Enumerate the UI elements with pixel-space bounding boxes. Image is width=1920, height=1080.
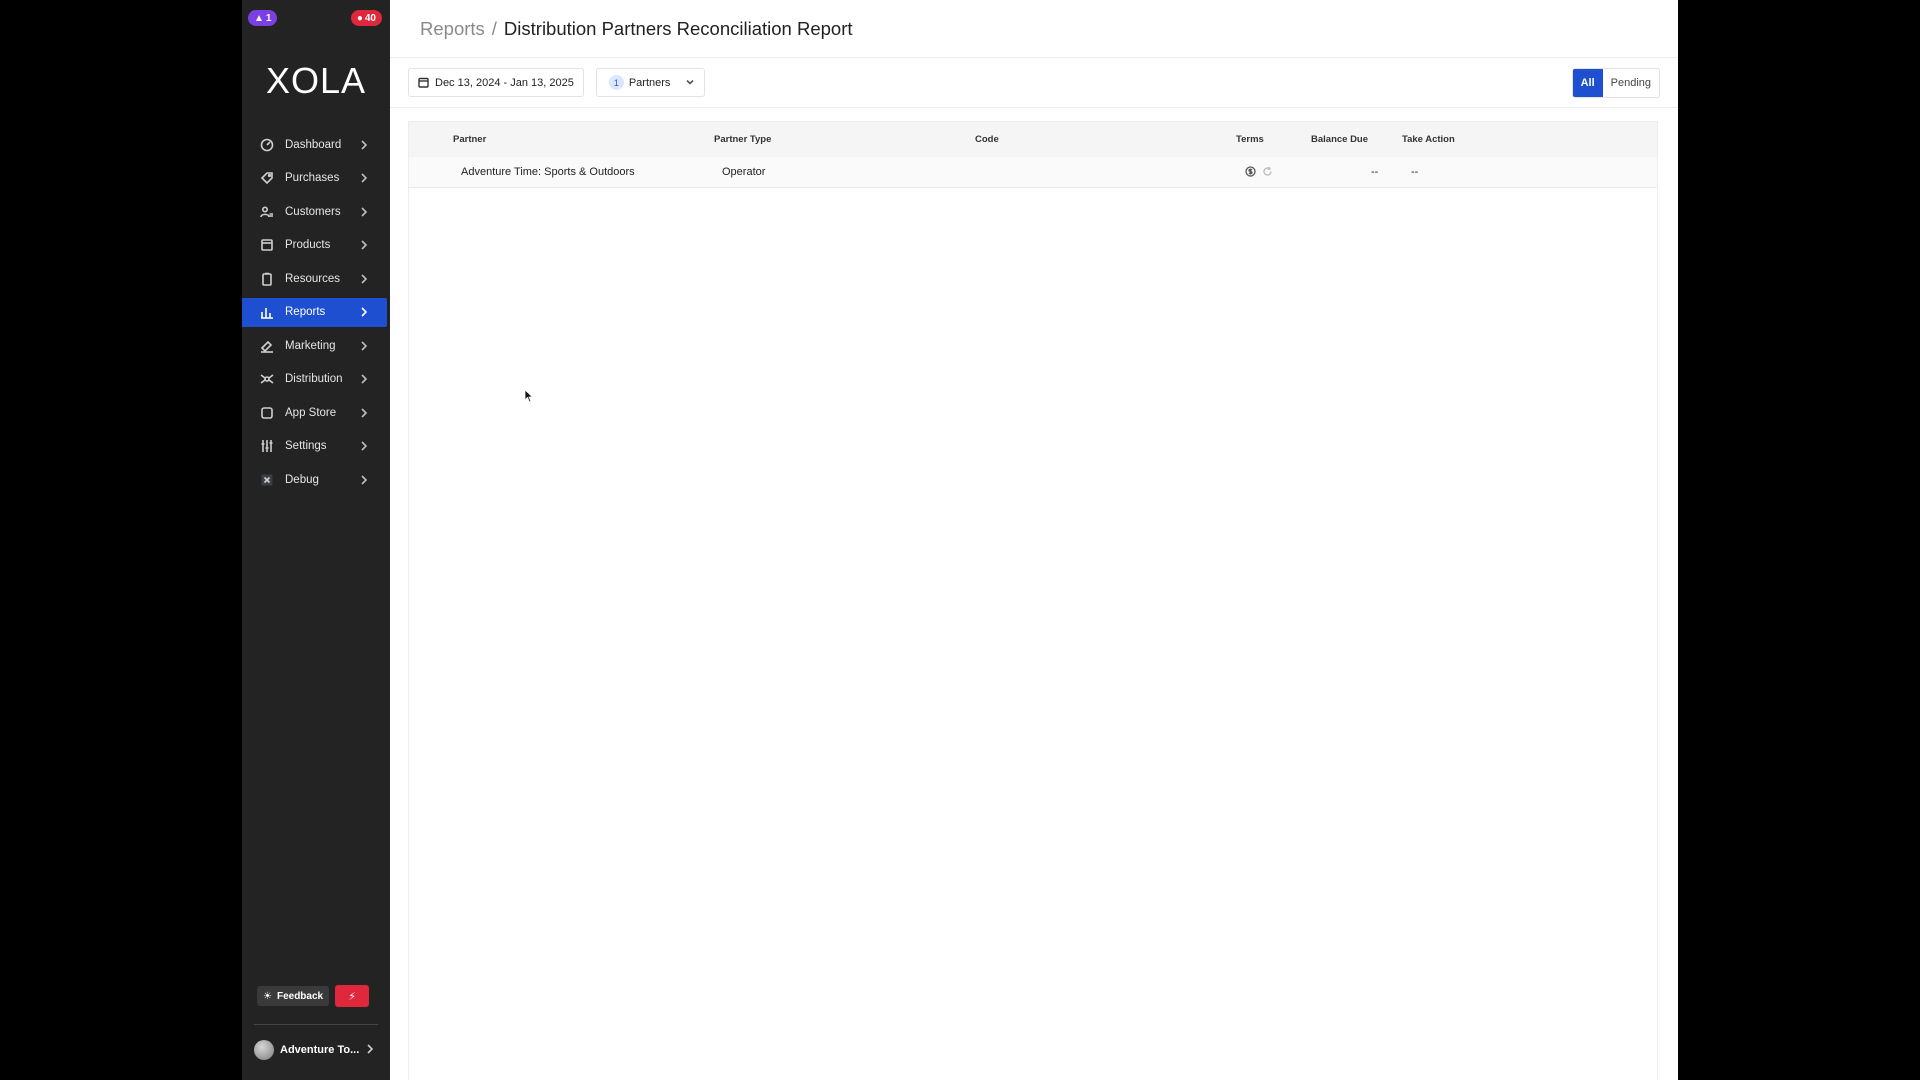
x-box-icon <box>260 473 274 487</box>
sidebar-item-settings[interactable]: Settings <box>242 432 387 461</box>
column-header-partner-type[interactable]: Partner Type <box>714 134 771 145</box>
sidebar-item-label: Debug <box>285 473 319 486</box>
app-window: ▲ 1 ● 40 XOLA Dashboard Purchases Custom… <box>242 0 1678 1080</box>
chevron-down-icon <box>686 77 694 89</box>
avatar <box>254 1040 274 1060</box>
clipboard-icon <box>260 272 274 286</box>
sidebar-item-label: Dashboard <box>285 138 342 151</box>
sidebar-item-label: Purchases <box>285 172 340 184</box>
megaphone-icon <box>260 339 274 353</box>
notification-badge[interactable]: ▲ 1 <box>248 10 278 26</box>
table-row[interactable]: Adventure Time: Sports & Outdoors Operat… <box>409 157 1657 188</box>
sidebar-item-label: Marketing <box>285 339 336 352</box>
notification-count: 1 <box>265 12 272 24</box>
lightbulb-icon: ☀ <box>263 990 272 1002</box>
chevron-right-icon <box>359 173 369 183</box>
chevron-right-icon <box>359 206 369 217</box>
alert-count: 40 <box>364 12 376 24</box>
partners-filter-label: Partners <box>628 76 671 89</box>
page-title: Distribution Partners Reconciliation Rep… <box>503 17 853 39</box>
sidebar-item-debug[interactable]: Debug <box>242 465 387 494</box>
date-range-picker[interactable]: Dec 13, 2024 - Jan 13, 2025 <box>408 68 584 97</box>
sidebar-item-reports[interactable]: Reports <box>242 297 387 327</box>
partners-table: Partner Partner Type Code Terms Balance … <box>408 121 1658 1080</box>
users-icon <box>260 205 274 219</box>
account-switcher[interactable]: Adventure To... <box>254 1040 378 1060</box>
feedback-row: ☀ Feedback ⚡ <box>257 985 370 1007</box>
chevron-right-icon <box>365 1043 375 1057</box>
sidebar-item-customers[interactable]: Customers <box>242 197 387 226</box>
alert-badge[interactable]: ● 40 <box>350 10 382 26</box>
filter-all-button[interactable]: All <box>1572 69 1603 97</box>
partner-type-cell: Operator <box>722 166 766 178</box>
square-icon <box>260 406 274 420</box>
top-badges: ▲ 1 ● 40 <box>248 10 382 26</box>
filter-pending-button[interactable]: Pending <box>1603 69 1659 97</box>
chevron-right-icon <box>359 441 369 451</box>
column-header-partner[interactable]: Partner <box>453 134 486 145</box>
chevron-right-icon <box>359 340 369 351</box>
chevron-right-icon <box>359 474 369 485</box>
sidebar-item-label: Distribution <box>285 373 343 385</box>
sidebar-item-products[interactable]: Products <box>242 231 387 260</box>
bell-icon: ● <box>356 12 363 24</box>
sidebar-item-resources[interactable]: Resources <box>242 264 387 293</box>
feedback-button[interactable]: ☀ Feedback <box>257 986 330 1006</box>
column-header-take-action[interactable]: Take Action <box>1402 134 1455 145</box>
sidebar: ▲ 1 ● 40 XOLA Dashboard Purchases Custom… <box>242 0 390 1080</box>
account-name: Adventure To... <box>280 1044 360 1056</box>
filter-toolbar: Dec 13, 2024 - Jan 13, 2025 1 Partners A… <box>390 58 1678 108</box>
xola-logo[interactable]: XOLA <box>242 60 390 102</box>
partner-name-cell[interactable]: Adventure Time: Sports & Outdoors <box>461 166 635 178</box>
column-header-code[interactable]: Code <box>975 134 999 145</box>
chevron-right-icon <box>359 407 369 418</box>
main-content: Reports / Distribution Partners Reconcil… <box>390 0 1678 1080</box>
feedback-label: Feedback <box>276 990 324 1002</box>
date-range-value: Dec 13, 2024 - Jan 13, 2025 <box>435 76 574 89</box>
take-action-cell: -- <box>1411 166 1419 178</box>
sliders-icon <box>260 439 274 453</box>
column-header-balance-due[interactable]: Balance Due <box>1311 134 1368 145</box>
partners-filter-dropdown[interactable]: 1 Partners <box>595 68 705 97</box>
breadcrumb-reports-link[interactable]: Reports <box>420 18 485 40</box>
chevron-right-icon <box>359 307 369 317</box>
balance-due-cell: -- <box>1371 166 1379 178</box>
sidebar-divider <box>254 1024 378 1025</box>
chevron-right-icon <box>359 240 369 250</box>
sidebar-item-app-store[interactable]: App Store <box>242 398 387 427</box>
chevron-right-icon <box>359 139 369 150</box>
sidebar-item-distribution[interactable]: Distribution <box>242 365 387 394</box>
calendar-icon <box>418 77 429 88</box>
chevron-right-icon <box>359 374 369 384</box>
sidebar-nav: Dashboard Purchases Customers Products R <box>242 130 390 499</box>
chevron-right-icon <box>359 273 369 284</box>
column-header-terms[interactable]: Terms <box>1236 134 1264 145</box>
partners-count-badge: 1 <box>608 75 624 90</box>
bolt-icon: ⚡ <box>348 990 356 1003</box>
status-filter-toggle: All Pending <box>1571 68 1660 98</box>
sidebar-item-purchases[interactable]: Purchases <box>242 164 387 193</box>
refresh-icon[interactable] <box>1262 166 1273 177</box>
tag-icon <box>260 171 274 185</box>
bar-chart-icon <box>260 305 274 319</box>
box-icon <box>260 238 274 252</box>
table-header: Partner Partner Type Code Terms Balance … <box>409 122 1657 157</box>
quick-action-button[interactable]: ⚡ <box>335 985 370 1007</box>
sidebar-item-marketing[interactable]: Marketing <box>242 331 387 360</box>
sidebar-item-label: App Store <box>285 406 337 419</box>
sidebar-item-label: Resources <box>285 272 340 285</box>
sidebar-item-label: Settings <box>285 440 327 452</box>
sidebar-item-label: Products <box>285 239 331 251</box>
sidebar-item-label: Reports <box>285 306 326 318</box>
sidebar-item-label: Customers <box>285 205 341 218</box>
breadcrumb-separator: / <box>491 17 497 39</box>
dashboard-icon <box>260 138 274 152</box>
rocket-icon: ▲ <box>254 12 264 24</box>
terms-cell <box>1245 166 1273 177</box>
breadcrumb: Reports / Distribution Partners Reconcil… <box>390 0 1678 58</box>
network-icon <box>260 372 274 386</box>
dollar-circle-icon[interactable] <box>1245 166 1256 177</box>
mouse-cursor-icon <box>524 389 534 403</box>
sidebar-item-dashboard[interactable]: Dashboard <box>242 130 387 159</box>
